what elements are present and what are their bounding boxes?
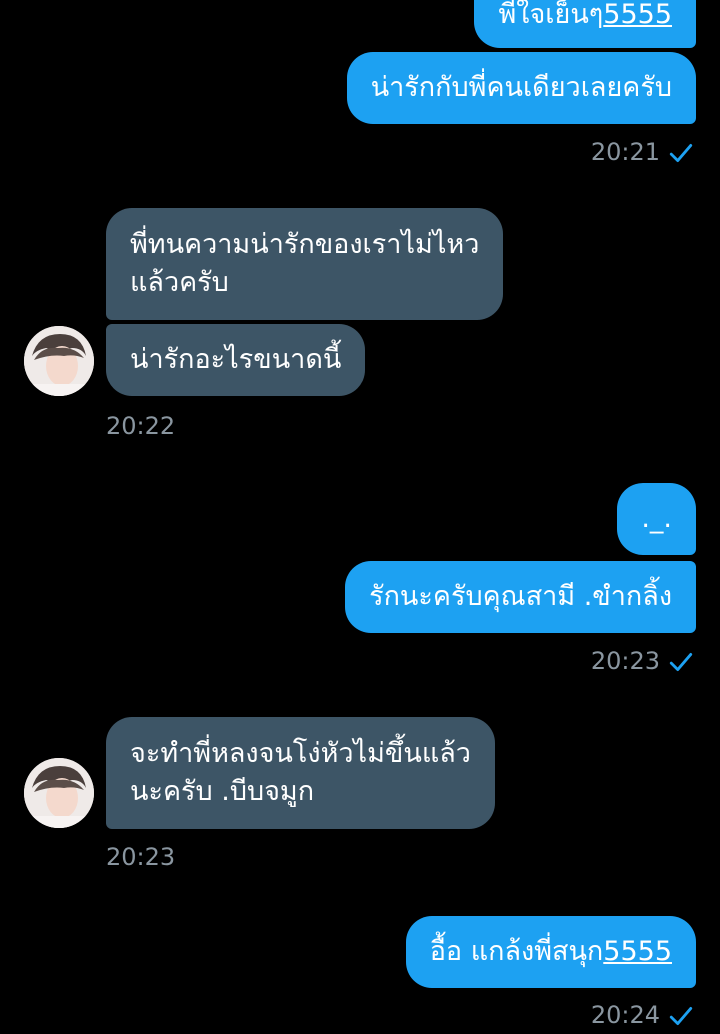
message-bubble-outgoing[interactable]: พี่ใจเย็นๆ5555 bbox=[474, 0, 696, 48]
avatar-image bbox=[24, 758, 94, 828]
message-bubble-incoming[interactable]: น่ารักอะไรขนาดนี้ bbox=[106, 324, 366, 396]
message-link[interactable]: 5555 bbox=[603, 0, 672, 30]
message-bubble-outgoing[interactable]: อื้อ แกล้งพี่สนุก5555 bbox=[405, 916, 696, 988]
message-bubble-incoming[interactable]: จะทำพี่หลงจนโง่หัวไม่ขึ้นแล้ว นะครับ .บี… bbox=[106, 717, 495, 829]
checkmark-icon bbox=[669, 1007, 693, 1025]
message-text: อื้อ แกล้งพี่สนุก bbox=[429, 936, 604, 967]
message-bubble-outgoing[interactable]: ._. bbox=[617, 483, 696, 555]
message-bubble-incoming[interactable]: พี่ทนความน่ารักของเราไม่ไหว แล้วครับ bbox=[106, 208, 504, 320]
message-link[interactable]: 5555 bbox=[603, 936, 672, 967]
message-bubble-outgoing[interactable]: น่ารักกับพี่คนเดียวเลยครับ bbox=[346, 52, 696, 124]
message-text: น่ารักอะไรขนาดนี้ bbox=[130, 344, 342, 375]
message-timestamp: 20:22 bbox=[106, 412, 176, 440]
message-text: รักนะครับคุณสามี .ขำกลิ้ง bbox=[369, 581, 672, 612]
message-text: ._. bbox=[641, 503, 672, 534]
avatar-image bbox=[24, 326, 94, 396]
message-text: พี่ใจเย็นๆ bbox=[498, 0, 604, 30]
checkmark-icon bbox=[669, 144, 693, 162]
message-text: น่ารักกับพี่คนเดียวเลยครับ bbox=[370, 72, 672, 103]
message-timestamp: 20:24 bbox=[590, 1001, 660, 1029]
message-bubble-outgoing[interactable]: รักนะครับคุณสามี .ขำกลิ้ง bbox=[345, 561, 696, 633]
checkmark-icon bbox=[669, 653, 693, 671]
user-avatar[interactable] bbox=[24, 326, 94, 396]
message-text-line-2: นะครับ .บีบจมูก bbox=[130, 776, 315, 807]
message-text-line-2: แล้วครับ bbox=[130, 267, 229, 298]
message-timestamp: 20:21 bbox=[590, 138, 660, 166]
message-text-line-1: จะทำพี่หลงจนโง่หัวไม่ขึ้นแล้ว bbox=[130, 738, 471, 769]
message-timestamp: 20:23 bbox=[590, 647, 660, 675]
message-text-line-1: พี่ทนความน่ารักของเราไม่ไหว bbox=[130, 229, 480, 260]
message-timestamp: 20:23 bbox=[106, 843, 176, 871]
user-avatar[interactable] bbox=[24, 758, 94, 828]
